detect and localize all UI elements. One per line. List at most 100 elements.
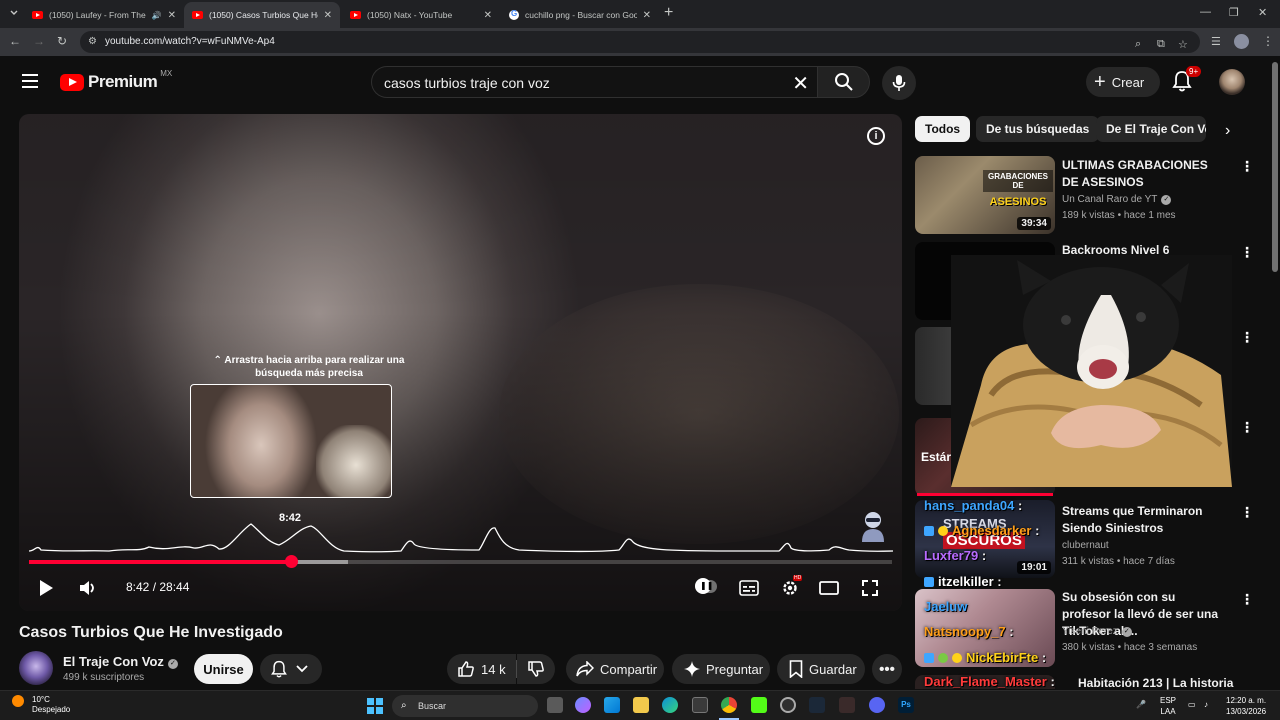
more-vertical-icon[interactable]: ⋮ <box>1240 158 1254 175</box>
settings-button[interactable]: HD <box>779 575 803 599</box>
related-channel[interactable]: Yiseni Perez <box>1062 626 1118 637</box>
scrollbar-thumb[interactable] <box>1272 62 1278 272</box>
minimize-icon[interactable]: — <box>1200 6 1211 18</box>
speaker-icon[interactable]: 🔊 <box>152 11 162 20</box>
create-button[interactable]: + Crear <box>1086 67 1160 97</box>
clock[interactable]: 12:20 a. m. 13/03/2026 <box>1226 695 1266 717</box>
theater-mode-button[interactable] <box>818 577 840 599</box>
channel-avatar[interactable] <box>19 651 53 685</box>
video-player[interactable]: i ⌃ Arrastra hacia arriba para realizar … <box>19 114 902 611</box>
browser-tab-google[interactable]: cuchillo png - Buscar con Goog ✕ <box>501 2 659 28</box>
network-icon[interactable]: ▭ <box>1188 699 1196 710</box>
taskbar-search[interactable]: ⌕ Buscar <box>392 695 538 717</box>
volume-button[interactable] <box>77 577 99 599</box>
clear-search-icon[interactable]: ✕ <box>792 71 809 96</box>
language-indicator[interactable]: ESP LAA <box>1160 695 1176 717</box>
fullscreen-button[interactable] <box>859 577 881 599</box>
m365-icon[interactable] <box>604 697 620 713</box>
account-avatar[interactable] <box>1219 69 1245 95</box>
voice-search-button[interactable] <box>882 66 916 100</box>
file-explorer-icon[interactable] <box>633 697 649 713</box>
related-channel-row[interactable]: Un Canal Raro de YT ✓ <box>1062 194 1172 205</box>
profile-icon[interactable] <box>1234 34 1249 49</box>
search-button[interactable] <box>817 66 870 98</box>
search-input[interactable]: casos turbios traje con voz ✕ <box>371 66 817 98</box>
related-thumbnail[interactable]: GRABACIONES DE ASESINOS 39:34 <box>915 156 1055 234</box>
reading-list-icon[interactable]: ☰ <box>1211 35 1221 48</box>
kick-icon[interactable] <box>751 697 767 713</box>
play-button[interactable] <box>36 577 56 599</box>
site-info-icon[interactable]: ⚙ <box>88 36 100 48</box>
app-icon[interactable] <box>780 697 796 713</box>
more-vertical-icon[interactable]: ⋮ <box>1240 591 1254 608</box>
related-channel-row[interactable]: Yiseni Perez ✓ <box>1062 626 1132 637</box>
close-tab-icon[interactable]: ✕ <box>324 10 332 21</box>
close-window-icon[interactable]: ✕ <box>1258 6 1267 19</box>
share-button[interactable]: Compartir <box>566 654 664 684</box>
more-menu-icon[interactable]: ⋮ <box>1262 34 1274 48</box>
notifications-button[interactable]: 9+ <box>1172 66 1202 94</box>
zoom-icon[interactable]: ⌕ <box>1135 38 1141 51</box>
windows-start-icon[interactable] <box>367 698 383 714</box>
subscription-bell-button[interactable] <box>260 654 322 684</box>
maximize-icon[interactable]: ❐ <box>1229 6 1239 19</box>
chat-user: itzelkiller <box>938 574 994 589</box>
microphone-tray-icon[interactable]: 🎤 <box>1136 699 1146 710</box>
close-tab-icon[interactable]: ✕ <box>484 10 492 21</box>
close-tab-icon[interactable]: ✕ <box>168 10 176 21</box>
chevron-right-icon[interactable]: › <box>1225 122 1230 140</box>
related-channel[interactable]: Un Canal Raro de YT <box>1062 194 1157 205</box>
channel-name[interactable]: El Traje Con Voz <box>63 654 164 669</box>
chip-de-el-traje-con-voz[interactable]: De El Traje Con Voz <box>1096 116 1206 142</box>
chip-de-tus-busquedas[interactable]: De tus búsquedas <box>976 116 1100 142</box>
chip-todos[interactable]: Todos <box>915 116 971 142</box>
menu-icon[interactable] <box>22 74 38 88</box>
weather-widget[interactable]: 10°C Despejado <box>12 695 71 715</box>
more-actions-button[interactable]: ••• <box>872 654 902 684</box>
more-vertical-icon[interactable]: ⋮ <box>1240 504 1254 521</box>
browser-tab-laufey[interactable]: (1050) Laufey - From The St 🔊 ✕ <box>24 2 184 28</box>
seek-bar[interactable] <box>29 555 892 568</box>
reload-icon[interactable]: ↻ <box>57 34 67 48</box>
back-icon[interactable]: ← <box>9 34 21 48</box>
app-icon[interactable] <box>692 697 708 713</box>
app-icon[interactable] <box>839 697 855 713</box>
forward-icon[interactable]: → <box>33 34 45 48</box>
chrome-icon[interactable] <box>721 697 737 713</box>
tab-search-icon[interactable] <box>6 5 22 21</box>
edge-icon[interactable] <box>662 697 678 713</box>
more-vertical-icon[interactable]: ⋮ <box>1240 244 1254 261</box>
browser-tab-natx[interactable]: (1050) Natx - YouTube ✕ <box>342 2 500 28</box>
ask-button[interactable]: Preguntar <box>672 654 770 684</box>
new-tab-button[interactable]: + <box>664 4 673 22</box>
install-icon[interactable]: ⧉ <box>1157 38 1165 51</box>
autoplay-toggle[interactable]: ❚❚ <box>695 578 717 594</box>
task-view-icon[interactable] <box>547 697 563 713</box>
discord-icon[interactable] <box>869 697 885 713</box>
photoshop-icon[interactable]: Ps <box>898 697 914 713</box>
related-title[interactable]: ULTIMAS GRABACIONES DE ASESINOS <box>1062 157 1222 191</box>
subtitles-button[interactable] <box>738 577 760 599</box>
weather-condition: Despejado <box>32 705 71 714</box>
chat-line: Agnesdarker : <box>924 523 1039 538</box>
bookmark-star-icon[interactable]: ☆ <box>1178 38 1188 51</box>
copilot-icon[interactable] <box>575 697 591 713</box>
more-vertical-icon[interactable]: ⋮ <box>1240 329 1254 346</box>
like-button[interactable]: 14 k <box>447 654 516 684</box>
dislike-button[interactable] <box>517 654 555 684</box>
browser-tab-casos-turbios[interactable]: (1050) Casos Turbios Que He In ✕ <box>184 2 340 28</box>
related-channel[interactable]: clubernaut <box>1062 540 1109 551</box>
youtube-premium-logo[interactable]: Premium MX <box>60 69 172 92</box>
more-vertical-icon[interactable]: ⋮ <box>1240 419 1254 436</box>
channel-watermark-icon[interactable] <box>857 510 889 544</box>
related-title[interactable]: Streams que Terminaron Siendo Siniestros <box>1062 503 1222 537</box>
save-button[interactable]: Guardar <box>777 654 865 684</box>
join-button[interactable]: Unirse <box>194 654 253 684</box>
page-scrollbar[interactable] <box>1270 56 1280 686</box>
channel-name-row[interactable]: El Traje Con Voz ✓ <box>63 654 178 669</box>
info-icon[interactable]: i <box>867 127 885 145</box>
steam-icon[interactable] <box>809 697 825 713</box>
close-tab-icon[interactable]: ✕ <box>643 10 651 21</box>
address-bar[interactable]: ⚙ youtube.com/watch?v=wFuNMVe-Ap4 ⌕ ⧉ ☆ <box>80 31 1200 53</box>
speaker-tray-icon[interactable]: ♪ <box>1204 699 1208 710</box>
